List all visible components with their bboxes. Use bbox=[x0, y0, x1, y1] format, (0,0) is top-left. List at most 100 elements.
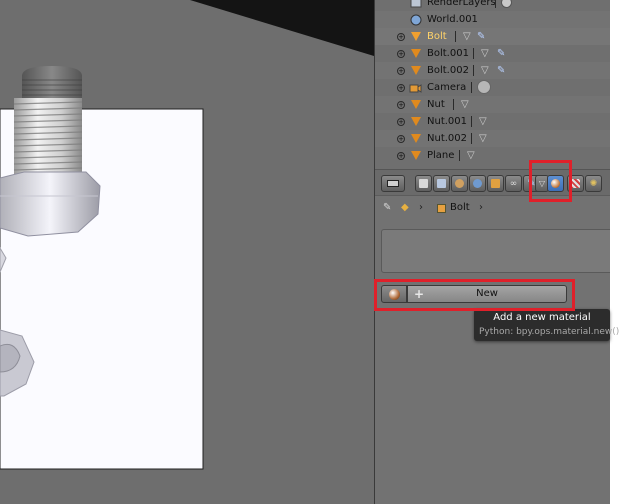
material-sphere-icon bbox=[388, 288, 400, 300]
expand-toggle-icon[interactable]: + bbox=[397, 66, 405, 75]
wrench-icon[interactable]: ✎ bbox=[497, 65, 508, 76]
texture-icon bbox=[571, 179, 580, 188]
mesh-icon bbox=[409, 64, 422, 77]
outliner-label: Nut bbox=[427, 99, 445, 111]
editor-type-button[interactable] bbox=[381, 175, 405, 192]
expand-toggle-icon[interactable]: + bbox=[397, 49, 405, 58]
properties-panel: RenderLayers World.001 + Bolt ▽ ✎ + Bolt… bbox=[374, 0, 617, 504]
tab-texture[interactable] bbox=[567, 175, 584, 192]
wrench-icon[interactable]: ✎ bbox=[497, 48, 508, 59]
world-icon bbox=[409, 13, 422, 26]
divider bbox=[471, 116, 472, 128]
new-material-row: + New bbox=[381, 284, 567, 304]
ground-edge bbox=[190, 0, 374, 56]
tab-scene[interactable] bbox=[451, 175, 468, 192]
expand-toggle-icon[interactable]: + bbox=[397, 134, 405, 143]
outliner[interactable]: RenderLayers World.001 + Bolt ▽ ✎ + Bolt… bbox=[375, 0, 611, 169]
outliner-row-renderlayers[interactable]: RenderLayers bbox=[375, 0, 611, 11]
divider bbox=[455, 31, 456, 43]
object-context-icon[interactable]: ◆ bbox=[401, 202, 409, 213]
divider bbox=[453, 99, 454, 111]
breadcrumb: ✎ ◆ › Bolt › bbox=[375, 197, 611, 221]
camera-icon bbox=[419, 179, 428, 188]
vertex-group-icon[interactable]: ▽ bbox=[461, 99, 472, 110]
mesh-icon bbox=[409, 115, 422, 128]
new-button-label: New bbox=[476, 288, 498, 299]
mesh-icon bbox=[409, 132, 422, 145]
outliner-row-camera[interactable]: + Camera bbox=[375, 79, 611, 96]
viewport-scene bbox=[0, 0, 374, 470]
tab-world[interactable] bbox=[469, 175, 486, 192]
expand-toggle-icon[interactable]: + bbox=[397, 100, 405, 109]
breadcrumb-separator: › bbox=[479, 202, 483, 213]
divider bbox=[473, 48, 474, 60]
outliner-row-world[interactable]: World.001 bbox=[375, 11, 611, 29]
3d-viewport[interactable] bbox=[0, 0, 374, 504]
vertex-group-icon[interactable]: ▽ bbox=[479, 116, 490, 127]
tooltip-title: Add a new material bbox=[493, 312, 591, 323]
outliner-row-nut-002[interactable]: + Nut.002 ▽ bbox=[375, 130, 611, 148]
tab-material[interactable] bbox=[547, 175, 564, 192]
object-cube-icon bbox=[437, 204, 446, 213]
outliner-label: Bolt.002 bbox=[427, 65, 469, 77]
outliner-label: Plane bbox=[427, 150, 455, 162]
outliner-row-bolt-002[interactable]: + Bolt.002 ▽ ✎ bbox=[375, 62, 611, 80]
breadcrumb-object[interactable]: Bolt bbox=[450, 202, 470, 213]
vertex-group-icon[interactable]: ▽ bbox=[481, 65, 492, 76]
tooltip: Add a new material Python: bpy.ops.mater… bbox=[474, 309, 619, 341]
outliner-row-bolt[interactable]: + Bolt ▽ ✎ bbox=[375, 28, 611, 46]
outliner-row-nut-001[interactable]: + Nut.001 ▽ bbox=[375, 113, 611, 130]
link-icon: ∞ bbox=[509, 178, 518, 189]
vertex-group-icon[interactable]: ▽ bbox=[479, 133, 490, 144]
divider bbox=[471, 133, 472, 145]
world-icon bbox=[473, 179, 482, 188]
camera-icon bbox=[409, 81, 422, 94]
mesh-icon bbox=[409, 149, 422, 162]
scene-icon bbox=[455, 179, 464, 188]
page-margin bbox=[610, 0, 640, 504]
vertex-group-icon[interactable]: ▽ bbox=[481, 48, 492, 59]
material-icon bbox=[551, 179, 560, 188]
mesh-icon bbox=[409, 47, 422, 60]
vertex-data-icon: ▽ bbox=[538, 179, 546, 188]
editor-type-icon bbox=[387, 180, 399, 187]
divider bbox=[495, 0, 496, 9]
outliner-label: Nut.002 bbox=[427, 133, 468, 145]
outliner-row-bolt-001[interactable]: + Bolt.001 ▽ ✎ bbox=[375, 45, 611, 62]
render-icon[interactable] bbox=[501, 0, 512, 8]
mesh-icon bbox=[409, 30, 422, 43]
properties-tab-bar: ∞ ✎ ▽ ✺ bbox=[375, 169, 611, 196]
outliner-label: Camera bbox=[427, 82, 467, 94]
expand-toggle-icon[interactable]: + bbox=[397, 32, 405, 41]
pin-icon[interactable]: ✎ bbox=[383, 202, 391, 213]
camera-data-icon[interactable] bbox=[477, 80, 491, 94]
divider bbox=[473, 65, 474, 77]
vertex-group-icon[interactable]: ▽ bbox=[467, 150, 478, 161]
particles-icon: ✺ bbox=[589, 178, 598, 189]
expand-toggle-icon[interactable]: + bbox=[397, 117, 405, 126]
divider bbox=[459, 150, 460, 162]
outliner-row-nut[interactable]: + Nut ▽ bbox=[375, 96, 611, 114]
new-material-button[interactable]: + New bbox=[407, 285, 567, 303]
vertex-group-icon[interactable]: ▽ bbox=[463, 31, 474, 42]
expand-toggle-icon[interactable]: + bbox=[397, 151, 405, 160]
object-cube-icon bbox=[491, 179, 500, 188]
outliner-label: RenderLayers bbox=[427, 0, 496, 9]
tab-object[interactable] bbox=[487, 175, 504, 192]
tab-render[interactable] bbox=[415, 175, 432, 192]
tab-constraints[interactable]: ∞ bbox=[505, 175, 522, 192]
mesh-icon bbox=[409, 98, 422, 111]
tab-render-layers[interactable] bbox=[433, 175, 450, 192]
expand-toggle-icon[interactable]: + bbox=[397, 83, 405, 92]
outliner-label: Bolt bbox=[427, 31, 447, 43]
material-slot-list[interactable] bbox=[381, 229, 617, 273]
outliner-row-plane[interactable]: + Plane ▽ bbox=[375, 147, 611, 164]
tooltip-python-hint: Python: bpy.ops.material.new() bbox=[479, 327, 620, 337]
tab-particles[interactable]: ✺ bbox=[585, 175, 602, 192]
outliner-label: Nut.001 bbox=[427, 116, 468, 128]
divider bbox=[471, 82, 472, 94]
render-layers-icon bbox=[409, 0, 422, 9]
wrench-icon[interactable]: ✎ bbox=[477, 31, 488, 42]
render-layers-icon bbox=[437, 179, 446, 188]
browse-material-button[interactable] bbox=[381, 285, 407, 303]
